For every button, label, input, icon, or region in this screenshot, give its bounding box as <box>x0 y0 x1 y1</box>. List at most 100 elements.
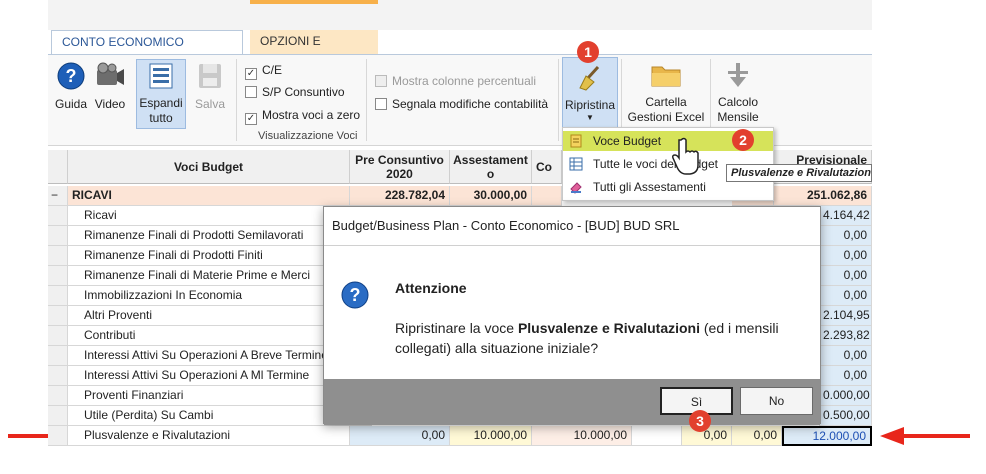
dialog-message-pre: Ripristinare la voce <box>395 320 518 336</box>
row-label: Rimanenze Finali di Materie Prime e Merc… <box>68 266 350 286</box>
header-assestamento[interactable]: Assestament o <box>450 150 532 184</box>
check-sp-label: S/P Consuntivo <box>262 85 345 99</box>
check-segnala-modifiche[interactable]: Segnala modifiche contabilità <box>375 97 548 113</box>
expander-icon[interactable]: − <box>48 186 68 206</box>
tab-conto-economico[interactable]: CONTO ECONOMICO ANNUALE <box>51 30 243 72</box>
svg-text:?: ? <box>66 66 77 86</box>
row-indicator <box>48 206 68 226</box>
guida-label: Guida <box>54 97 88 111</box>
check-perc-box[interactable] <box>375 75 387 87</box>
row-indicator <box>48 386 68 406</box>
check-sp-consuntivo[interactable]: S/P Consuntivo <box>245 85 345 101</box>
group-pre: 228.782,04 <box>350 186 450 206</box>
row-co[interactable]: 10.000,00 <box>532 426 632 446</box>
table-icon <box>569 157 583 171</box>
row-label: Contributi <box>68 326 350 346</box>
tab-opzioni-stampa[interactable]: OPZIONI E STAMPA <box>250 30 378 71</box>
folder-icon <box>651 66 681 87</box>
row-label: Ricavi <box>68 206 350 226</box>
step-badge-1: 1 <box>577 41 599 63</box>
row-c2[interactable]: 0,00 <box>732 426 782 446</box>
step-badge-2: 2 <box>732 129 754 151</box>
ripristina-dropdown-icon: ▼ <box>586 113 594 122</box>
header-pre-consuntivo[interactable]: Pre Consuntivo 2020 <box>350 150 450 184</box>
video-camera-icon <box>97 62 124 85</box>
row-prev[interactable]: 0,00 <box>819 346 872 366</box>
row-prev[interactable]: 2.104,95 <box>819 306 872 326</box>
row-indicator <box>48 326 68 346</box>
group-label-visualizzazione: Visualizzazione Voci <box>258 130 358 142</box>
title-strip <box>48 0 872 30</box>
dialog-message-bold: Plusvalenze e Rivalutazioni <box>517 320 700 336</box>
ribbon-separator <box>366 59 367 141</box>
row-prev[interactable]: 0,00 <box>819 366 872 386</box>
group-co <box>532 186 562 206</box>
row-prev[interactable]: 2.293,82 <box>819 326 872 346</box>
menu-label-tutti-assestamenti: Tutti gli Assestamenti <box>593 180 706 194</box>
cell-tooltip: Plusvalenze e Rivalutazioni <box>726 164 872 182</box>
row-label: Rimanenze Finali di Prodotti Finiti <box>68 246 350 266</box>
check-mostra-percentuali[interactable]: Mostra colonne percentuali <box>375 74 536 90</box>
row-label: Proventi Finanziari <box>68 386 350 406</box>
row-prev[interactable]: 0.500,00 <box>819 406 872 426</box>
espandi-label-1: Espandi <box>139 96 183 110</box>
check-zero-label: Mostra voci a zero <box>262 108 361 122</box>
check-mod-label: Segnala modifiche contabilità <box>392 97 549 111</box>
header-co[interactable]: Co <box>532 150 562 184</box>
dialog-title: Budget/Business Plan - Conto Economico -… <box>332 218 680 233</box>
row-indicator <box>48 246 68 266</box>
video-label: Video <box>94 97 126 111</box>
row-label: Immobilizzazioni In Economia <box>68 286 350 306</box>
check-sp-box[interactable] <box>245 86 257 98</box>
no-button[interactable]: No <box>740 387 813 415</box>
row-indicator <box>48 406 68 426</box>
row-indicator <box>48 346 68 366</box>
row-prev[interactable]: 4.164,42 <box>819 206 872 226</box>
question-icon: ? <box>341 281 369 309</box>
row-pre[interactable]: 0,00 <box>350 426 450 446</box>
row-ass[interactable]: 10.000,00 <box>450 426 532 446</box>
dialog-body: ? Attenzione Ripristinare la voce Plusva… <box>324 245 820 379</box>
svg-text:?: ? <box>350 285 361 305</box>
check-zero-box[interactable]: ✓ <box>245 113 257 125</box>
espandi-label-2: tutto <box>149 111 173 125</box>
calcolo-mensile-button[interactable]: Calcolo Mensile <box>714 61 762 125</box>
cartella-label-1: Cartella <box>645 95 687 109</box>
espandi-tutto-button[interactable]: Espandi tutto <box>136 59 186 129</box>
dialog-heading: Attenzione <box>395 280 467 296</box>
salva-button[interactable]: Salva <box>193 61 227 112</box>
header-voci-budget[interactable]: Voci Budget <box>68 150 350 184</box>
guida-button[interactable]: ? Guida <box>54 61 88 112</box>
row-plusvalenze[interactable]: Plusvalenze e Rivalutazioni 0,00 10.000,… <box>48 426 872 446</box>
ripristina-button[interactable]: Ripristina ▼ <box>562 57 618 129</box>
dialog-footer: Sì No <box>324 379 820 425</box>
row-indicator <box>48 266 68 286</box>
header-pre-line2: 2020 <box>386 167 413 181</box>
row-prev[interactable]: 0.000,00 <box>819 386 872 406</box>
header-corner <box>48 150 68 184</box>
row-label: Rimanenze Finali di Prodotti Semilavorat… <box>68 226 350 246</box>
check-ce-box[interactable]: ✓ <box>245 68 257 80</box>
check-mod-box[interactable] <box>375 98 387 110</box>
video-button[interactable]: Video <box>92 61 128 112</box>
row-prev[interactable]: 0,00 <box>819 266 872 286</box>
calcolo-label-1: Calcolo <box>717 95 759 109</box>
step-badge-3: 3 <box>689 410 711 432</box>
row-prev[interactable]: 0,00 <box>819 286 872 306</box>
group-prev: 251.062,86 <box>774 186 872 206</box>
dialog-message: Ripristinare la voce Plusvalenze e Rival… <box>395 318 795 358</box>
help-icon: ? <box>57 62 85 90</box>
right-arrow-icon <box>880 427 970 445</box>
calcolo-label-2: Mensile <box>717 110 759 124</box>
salva-label: Salva <box>194 97 226 111</box>
check-ce-label: C/E <box>262 63 283 77</box>
row-prev[interactable]: 0,00 <box>819 226 872 246</box>
check-mostra-voci-zero[interactable]: ✓ Mostra voci a zero <box>245 108 361 125</box>
check-ce[interactable]: ✓ C/E <box>245 63 283 80</box>
row-prev[interactable]: 0,00 <box>819 246 872 266</box>
row-label: Utile (Perdita) Su Cambi <box>68 406 350 426</box>
check-perc-label: Mostra colonne percentuali <box>392 74 537 88</box>
cartella-gestioni-excel-button[interactable]: Cartella Gestioni Excel <box>626 61 706 125</box>
row-prev-selected[interactable]: 12.000,00 <box>782 426 872 446</box>
ripristina-label: Ripristina <box>564 98 615 112</box>
